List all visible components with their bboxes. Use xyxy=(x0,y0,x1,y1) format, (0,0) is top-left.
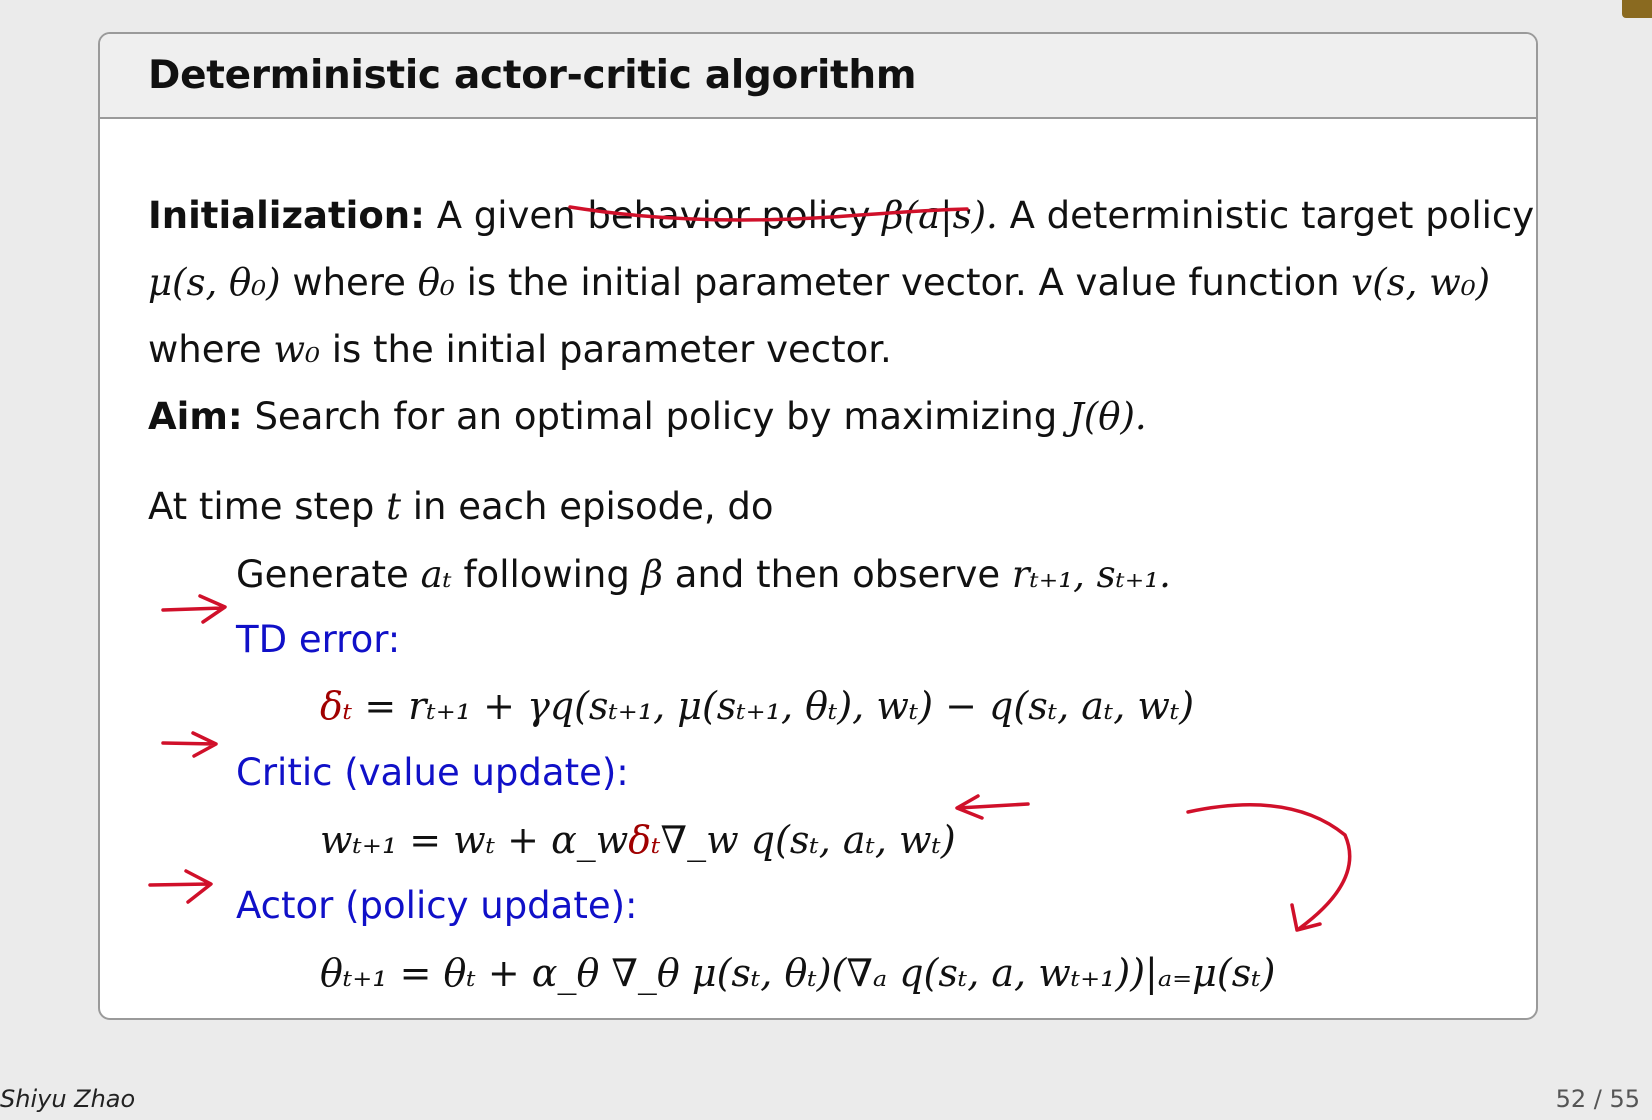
critic-eq-part-1: wₜ₊₁ = wₜ + α_w xyxy=(320,818,629,862)
init-text-5: where xyxy=(148,328,262,371)
generate-line: Generate aₜ following β and then observe… xyxy=(236,551,1171,599)
init-label: Initialization: xyxy=(148,194,425,237)
algorithm-block: Deterministic actor-critic algorithm Ini… xyxy=(98,32,1538,1020)
init-line-3: where w₀ is the initial parameter vector… xyxy=(148,326,892,374)
init-line-1: Initialization: A given behavior policy … xyxy=(148,192,1534,240)
gen-text-2: following xyxy=(463,553,630,596)
block-title: Deterministic actor-critic algorithm xyxy=(148,53,917,98)
td-equation: δₜ = rₜ₊₁ + γq(sₜ₊₁, μ(sₜ₊₁, θₜ), wₜ) − … xyxy=(320,682,1194,730)
gen-text-3: and then observe xyxy=(674,553,1001,596)
target-policy-expr: μ(s, θ₀) xyxy=(148,261,281,304)
init-text-3: where xyxy=(292,261,406,304)
aim-text: Search for an optimal policy by maximizi… xyxy=(254,395,1058,438)
td-eq-rhs: = rₜ₊₁ + γq(sₜ₊₁, μ(sₜ₊₁, θₜ), wₜ) − q(s… xyxy=(352,684,1195,728)
aim-line: Aim: Search for an optimal policy by max… xyxy=(148,393,1147,441)
gen-text-1: Generate xyxy=(236,553,409,596)
footer-author: Shiyu Zhao xyxy=(0,1085,136,1113)
footer-page-number: 52 / 55 xyxy=(1555,1085,1640,1113)
aim-label: Aim: xyxy=(148,395,243,438)
critic-delta: δₜ xyxy=(628,818,661,862)
value-function-expr: v(s, w₀) xyxy=(1351,261,1491,304)
td-delta: δₜ xyxy=(320,684,353,728)
aim-expr: J(θ). xyxy=(1068,395,1147,438)
loop-line: At time step t in each episode, do xyxy=(148,483,774,531)
actor-eq: θₜ₊₁ = θₜ + α_θ ∇_θ μ(sₜ, θₜ)(∇ₐ q(sₜ, a… xyxy=(320,951,1276,995)
loop-text-1: At time step xyxy=(148,485,375,528)
theta0-expr: θ₀ xyxy=(417,261,455,304)
actor-equation: θₜ₊₁ = θₜ + α_θ ∇_θ μ(sₜ, θₜ)(∇ₐ q(sₜ, a… xyxy=(320,949,1275,997)
loop-t-expr: t xyxy=(386,485,401,528)
block-header: Deterministic actor-critic algorithm xyxy=(100,34,1536,119)
critic-label: Critic (value update): xyxy=(236,751,629,794)
init-text-4: is the initial parameter vector. A value… xyxy=(466,261,1340,304)
corner-logo-icon xyxy=(1622,0,1652,18)
init-text-6: is the initial parameter vector. xyxy=(331,328,892,371)
loop-text-2: in each episode, do xyxy=(412,485,774,528)
init-text-2: A deterministic target policy xyxy=(1009,194,1535,237)
behavior-policy-expr: β(a|s). xyxy=(882,194,998,237)
gen-beta-expr: β xyxy=(641,553,664,596)
w0-expr: w₀ xyxy=(273,328,320,371)
init-text-1: A given behavior policy xyxy=(436,194,871,237)
init-line-2: μ(s, θ₀) where θ₀ is the initial paramet… xyxy=(148,259,1490,307)
critic-equation: wₜ₊₁ = wₜ + α_wδₜ∇_w q(sₜ, aₜ, wₜ) xyxy=(320,816,956,864)
gen-at-expr: aₜ xyxy=(420,553,452,596)
td-label: TD error: xyxy=(236,618,401,661)
critic-eq-part-2: ∇_w q(sₜ, aₜ, wₜ) xyxy=(660,818,956,862)
gen-obs-expr: rₜ₊₁, sₜ₊₁. xyxy=(1011,553,1171,596)
actor-label: Actor (policy update): xyxy=(236,884,638,927)
